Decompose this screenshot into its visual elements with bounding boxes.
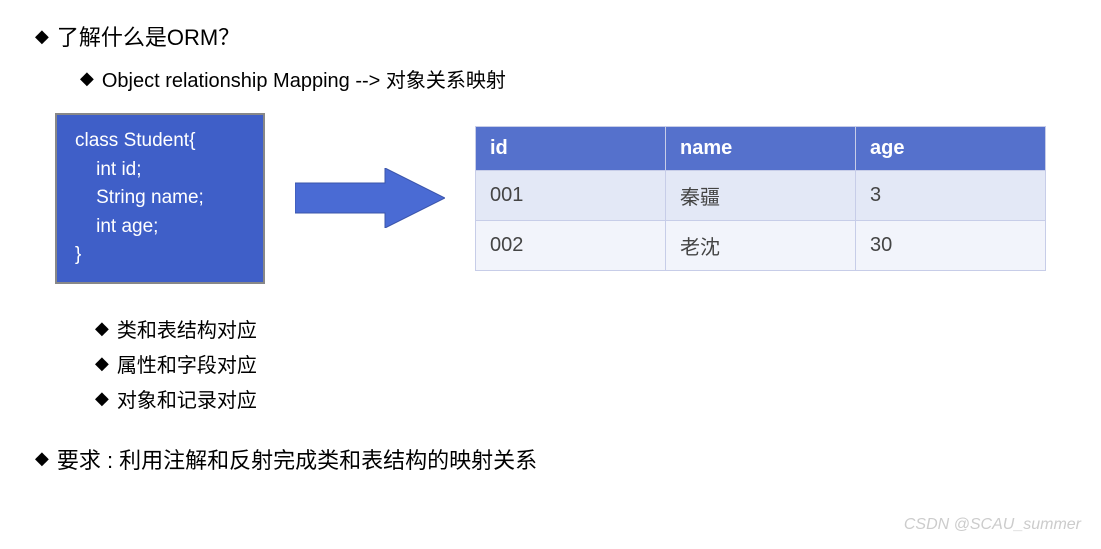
diamond-bullet-icon: ◆ xyxy=(35,26,49,47)
diamond-bullet-icon: ◆ xyxy=(95,318,109,339)
mapping-bullet: ◆ 对象和记录对应 xyxy=(95,384,1101,413)
code-line: String name; xyxy=(75,184,245,213)
table-header: age xyxy=(856,126,1046,170)
table-row: 001 秦疆 3 xyxy=(476,170,1046,220)
code-line: } xyxy=(75,241,245,270)
sub-bullet-text: Object relationship Mapping --> 对象关系映射 xyxy=(102,64,506,93)
table-cell: 秦疆 xyxy=(666,170,856,220)
mapping-bullet-text: 对象和记录对应 xyxy=(117,384,257,413)
diamond-bullet-icon: ◆ xyxy=(80,68,94,89)
code-line: int id; xyxy=(75,156,245,185)
arrow-icon xyxy=(295,168,445,228)
table-header: name xyxy=(666,126,856,170)
table-header: id xyxy=(476,126,666,170)
mapping-bullet-text: 属性和字段对应 xyxy=(117,349,257,378)
data-table: id name age 001 秦疆 3 002 老沈 30 xyxy=(475,126,1046,271)
mapping-bullet-text: 类和表结构对应 xyxy=(117,314,257,343)
table-cell: 002 xyxy=(476,220,666,270)
watermark: CSDN @SCAU_summer xyxy=(904,516,1081,534)
mapping-bullet: ◆ 类和表结构对应 xyxy=(95,314,1101,343)
diagram-row: class Student{ int id; String name; int … xyxy=(55,113,1101,284)
table-cell: 30 xyxy=(856,220,1046,270)
table-cell: 3 xyxy=(856,170,1046,220)
diamond-bullet-icon: ◆ xyxy=(95,353,109,374)
top-bullet-text: 了解什么是ORM？ xyxy=(57,20,240,52)
mapping-bullet: ◆ 属性和字段对应 xyxy=(95,349,1101,378)
table-cell: 老沈 xyxy=(666,220,856,270)
table-cell: 001 xyxy=(476,170,666,220)
code-line: int age; xyxy=(75,213,245,242)
sub-bullet: ◆ Object relationship Mapping --> 对象关系映射 xyxy=(80,64,1101,93)
diamond-bullet-icon: ◆ xyxy=(95,388,109,409)
code-box: class Student{ int id; String name; int … xyxy=(55,113,265,284)
diamond-bullet-icon: ◆ xyxy=(35,448,49,469)
code-line: class Student{ xyxy=(75,127,245,156)
table-header-row: id name age xyxy=(476,126,1046,170)
top-bullet: ◆ 了解什么是ORM？ xyxy=(35,20,1101,52)
final-bullet-text: 要求 : 利用注解和反射完成类和表结构的映射关系 xyxy=(57,443,537,475)
table-row: 002 老沈 30 xyxy=(476,220,1046,270)
final-bullet: ◆ 要求 : 利用注解和反射完成类和表结构的映射关系 xyxy=(35,443,1101,475)
mapping-bullet-list: ◆ 类和表结构对应 ◆ 属性和字段对应 ◆ 对象和记录对应 xyxy=(95,314,1101,413)
